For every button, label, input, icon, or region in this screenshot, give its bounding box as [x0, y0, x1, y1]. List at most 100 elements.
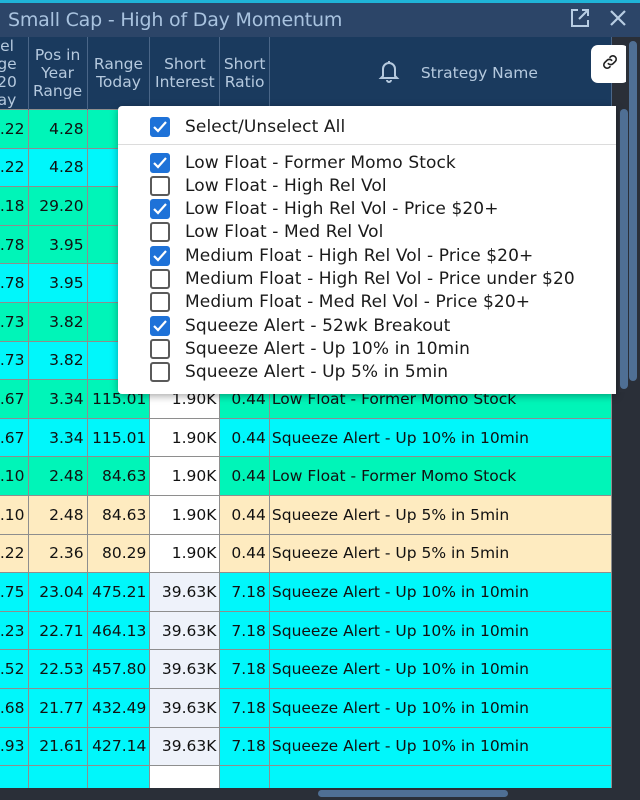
strategy-option[interactable]: Low Float - Med Rel Vol — [150, 221, 384, 244]
strategy-name-cell[interactable]: Squeeze Alert - Up 10% in 10min — [268, 726, 613, 767]
short-interest-cell[interactable]: 39.63K — [149, 687, 221, 728]
short-ratio-cell[interactable]: 0.44 — [219, 456, 270, 496]
short-interest-cell[interactable]: 39.63K — [149, 649, 221, 689]
short-interest-cell[interactable]: 1.90K — [149, 533, 221, 574]
rel-range-cell[interactable]: .52 — [0, 649, 29, 689]
checkbox[interactable] — [150, 152, 170, 173]
checkbox[interactable] — [150, 222, 170, 243]
pos-in-year-range-cell[interactable]: 3.95 — [27, 263, 88, 303]
pos-in-year-range-cell[interactable]: 2.48 — [27, 456, 88, 496]
col-header-rel-range[interactable]: elge20ay — [0, 37, 29, 110]
strategy-option[interactable]: Squeeze Alert - Up 10% in 10min — [150, 337, 470, 360]
table-row[interactable]: .23 22.71 464.13 39.63K 7.18 Squeeze Alert - … — [0, 610, 613, 651]
rel-range-cell[interactable]: .22 — [0, 533, 29, 574]
table-row[interactable]: .68 21.77 432.49 39.63K 7.18 Squeeze Alert - … — [0, 687, 613, 728]
short-ratio-cell[interactable]: 7.18 — [219, 687, 270, 728]
rel-range-cell[interactable]: .73 — [0, 301, 29, 342]
strategy-option[interactable]: Medium Float - High Rel Vol - Price unde… — [150, 268, 575, 291]
pos-in-year-range-cell[interactable]: 2.48 — [27, 494, 88, 535]
rel-range-cell[interactable]: .10 — [0, 494, 29, 535]
strategy-name-cell[interactable]: Low Float - Former Momo Stock — [268, 456, 613, 496]
pos-in-year-range-cell[interactable]: 4.28 — [27, 147, 88, 188]
range-today-cell[interactable]: 80.29 — [86, 533, 151, 574]
short-interest-cell[interactable] — [149, 765, 221, 788]
range-today-cell[interactable]: 464.13 — [86, 610, 151, 651]
short-ratio-cell[interactable]: 0.44 — [219, 417, 270, 458]
horizontal-scrollbar-thumb[interactable] — [318, 790, 508, 797]
checkbox[interactable] — [150, 199, 170, 220]
checkbox[interactable] — [150, 338, 170, 359]
rel-range-cell[interactable]: .78 — [0, 224, 29, 265]
strategy-name-cell[interactable]: Squeeze Alert - Up 5% in 5min — [268, 494, 613, 535]
strategy-option[interactable]: Low Float - High Rel Vol — [150, 174, 387, 197]
rel-range-cell[interactable]: 7.18 — [0, 186, 29, 226]
short-ratio-cell[interactable]: 7.18 — [219, 572, 270, 612]
pos-in-year-range-cell[interactable]: 3.82 — [27, 340, 88, 381]
bell-icon[interactable] — [378, 59, 400, 87]
pos-in-year-range-cell[interactable]: 4.28 — [27, 109, 88, 149]
short-ratio-cell[interactable]: 0.44 — [219, 494, 270, 535]
range-today-cell[interactable]: 84.63 — [86, 494, 151, 535]
short-interest-cell[interactable]: 1.90K — [149, 456, 221, 496]
pos-in-year-range-cell[interactable]: 22.53 — [27, 649, 88, 689]
range-today-cell[interactable]: 457.80 — [86, 649, 151, 689]
col-header-range-today[interactable]: Range Today — [87, 37, 151, 110]
pos-in-year-range-cell[interactable] — [27, 765, 88, 788]
table-row[interactable]: .67 3.34 115.01 1.90K 0.44 Squeeze Alert - Up… — [0, 417, 613, 458]
external-link-icon[interactable] — [568, 6, 592, 30]
rel-range-cell[interactable]: .78 — [0, 263, 29, 303]
rel-range-cell[interactable]: .68 — [0, 687, 29, 728]
short-interest-cell[interactable]: 1.90K — [149, 417, 221, 458]
short-interest-cell[interactable]: 1.90K — [149, 494, 221, 535]
table-row[interactable]: .52 22.53 457.80 39.63K 7.18 Squeeze Alert - … — [0, 649, 613, 689]
rel-range-cell[interactable]: .93 — [0, 726, 29, 767]
pos-in-year-range-cell[interactable]: 3.34 — [27, 417, 88, 458]
col-header-strategy-name[interactable]: Strategy Name — [269, 37, 613, 110]
strategy-option[interactable]: Low Float - Former Momo Stock — [150, 151, 456, 174]
strategy-name-cell[interactable]: Squeeze Alert - Up 10% in 10min — [268, 649, 613, 689]
short-ratio-cell[interactable]: 7.18 — [219, 610, 270, 651]
strategy-option[interactable]: Squeeze Alert - 52wk Breakout — [150, 314, 450, 337]
strategy-option[interactable]: Medium Float - Med Rel Vol - Price $20+ — [150, 291, 530, 314]
checkbox[interactable] — [150, 116, 170, 137]
pos-in-year-range-cell[interactable]: 22.71 — [27, 610, 88, 651]
short-interest-cell[interactable]: 39.63K — [149, 572, 221, 612]
pos-in-year-range-cell[interactable]: 2.36 — [27, 533, 88, 574]
short-ratio-cell[interactable]: 7.18 — [219, 649, 270, 689]
checkbox[interactable] — [150, 362, 170, 383]
table-row[interactable]: .22 2.36 80.29 1.90K 0.44 Squeeze Alert - Up … — [0, 533, 613, 574]
pos-in-year-range-cell[interactable]: 21.77 — [27, 687, 88, 728]
table-row[interactable]: .10 2.48 84.63 1.90K 0.44 Low Float - Former … — [0, 456, 613, 496]
pos-in-year-range-cell[interactable]: 3.95 — [27, 224, 88, 265]
select-all-checkbox-item[interactable]: Select/Unselect All — [150, 115, 345, 138]
rel-range-cell[interactable]: .23 — [0, 610, 29, 651]
strategy-option[interactable]: Medium Float - High Rel Vol - Price $20+ — [150, 244, 533, 267]
strategy-name-cell[interactable]: Squeeze Alert - Up 10% in 10min — [268, 610, 613, 651]
range-today-cell[interactable]: 432.49 — [86, 687, 151, 728]
short-ratio-cell[interactable]: 0.44 — [219, 533, 270, 574]
table-row[interactable]: .93 21.61 427.14 39.63K 7.18 Squeeze Alert - … — [0, 726, 613, 767]
rel-range-cell[interactable]: .67 — [0, 379, 29, 419]
pos-in-year-range-cell[interactable]: 21.61 — [27, 726, 88, 767]
pos-in-year-range-cell[interactable]: 3.82 — [27, 301, 88, 342]
short-ratio-cell[interactable] — [219, 765, 270, 788]
col-header-pos-in-year-range[interactable]: Pos in Year Range — [28, 37, 88, 110]
short-interest-cell[interactable]: 39.63K — [149, 726, 221, 767]
strategy-name-cell[interactable] — [268, 765, 613, 788]
range-today-cell[interactable]: 427.14 — [86, 726, 151, 767]
rel-range-cell[interactable]: .75 — [0, 572, 29, 612]
rel-range-cell[interactable]: .73 — [0, 340, 29, 381]
link-button[interactable] — [591, 45, 629, 83]
checkbox[interactable] — [150, 245, 170, 266]
strategy-name-cell[interactable]: Squeeze Alert - Up 10% in 10min — [268, 572, 613, 612]
title-bar[interactable]: Small Cap - High of Day Momentum — [0, 3, 640, 37]
close-icon[interactable] — [606, 6, 630, 30]
col-header-short-ratio[interactable]: Short Ratio — [219, 37, 270, 110]
short-ratio-cell[interactable]: 7.18 — [219, 726, 270, 767]
strategy-name-cell[interactable]: Squeeze Alert - Up 10% in 10min — [268, 687, 613, 728]
short-interest-cell[interactable]: 39.63K — [149, 610, 221, 651]
range-today-cell[interactable] — [86, 765, 151, 788]
table-row[interactable] — [0, 765, 613, 788]
strategy-option[interactable]: Squeeze Alert - Up 5% in 5min — [150, 361, 448, 384]
checkbox[interactable] — [150, 269, 170, 289]
